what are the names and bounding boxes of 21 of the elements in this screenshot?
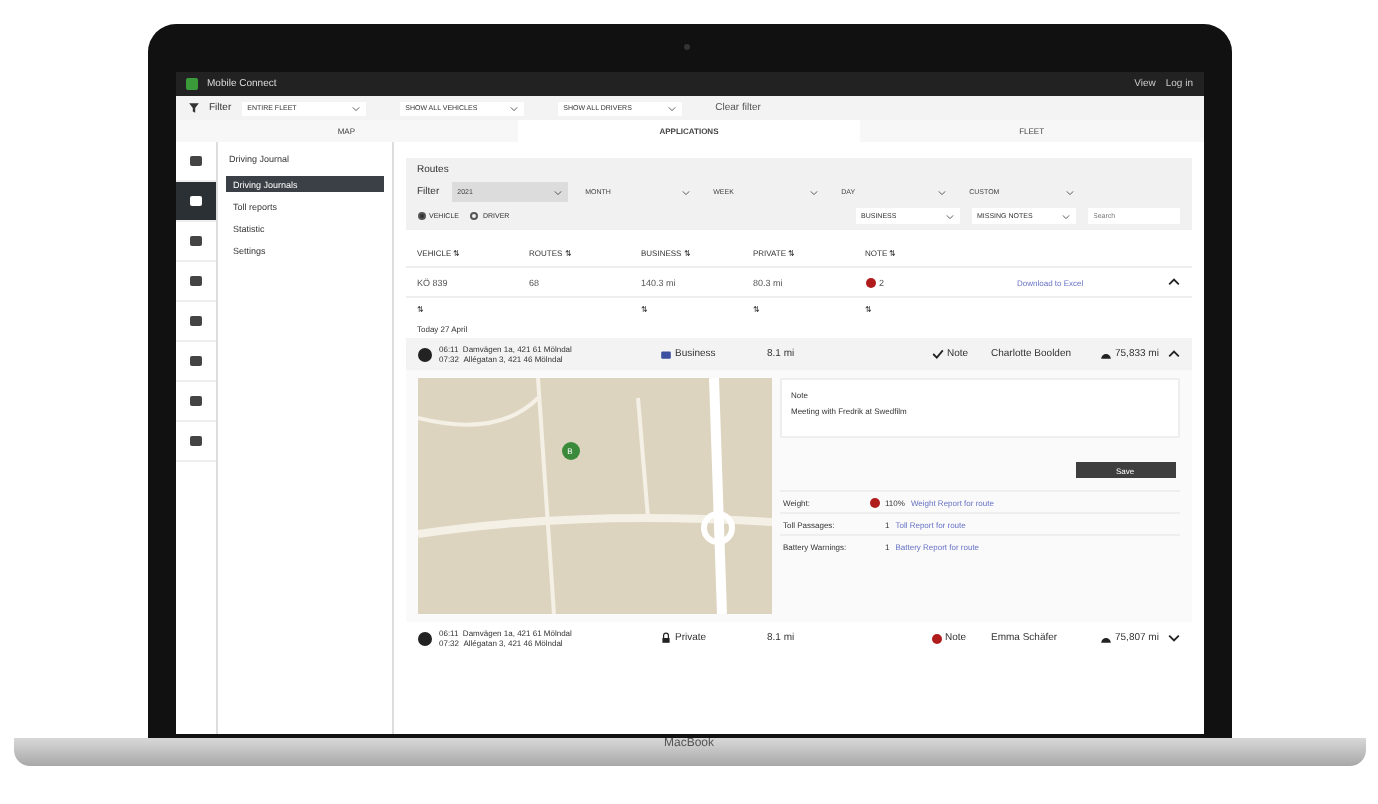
briefcase-icon [659, 348, 671, 360]
caret-icon [937, 189, 946, 195]
caret-icon [509, 105, 518, 111]
lock-icon [659, 632, 671, 644]
caret-icon [681, 189, 690, 195]
chevron-icon[interactable] [1167, 278, 1179, 286]
caret-icon [1065, 189, 1074, 195]
caret-icon [351, 105, 360, 111]
chevron-icon[interactable] [1167, 634, 1179, 642]
trip-icon [417, 347, 431, 361]
trip-icon [417, 631, 431, 645]
filter-icon [187, 102, 199, 114]
caret-icon [667, 105, 676, 111]
caret-icon [553, 189, 562, 195]
caret-icon [945, 213, 953, 219]
caret-icon [1061, 213, 1069, 219]
rail-button[interactable] [175, 182, 215, 222]
logo-icon [185, 78, 197, 90]
warning-icon [865, 277, 875, 287]
caret-icon [809, 189, 818, 195]
chevron-icon[interactable] [1167, 350, 1179, 358]
